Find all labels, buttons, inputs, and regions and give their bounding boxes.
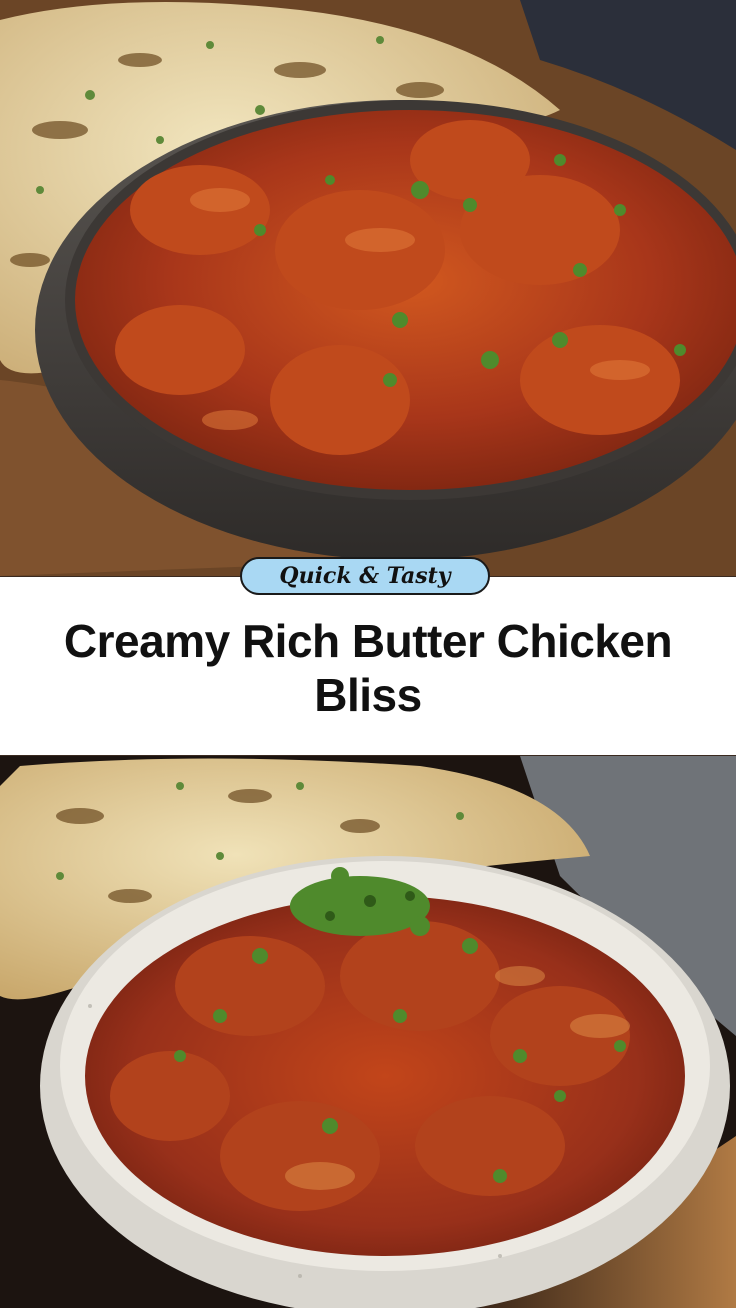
bottom-food-photo	[0, 756, 736, 1308]
top-food-photo	[0, 0, 736, 576]
recipe-title[interactable]: Creamy Rich Butter Chicken Bliss	[30, 614, 706, 722]
recipe-pin: Quick & Tasty Creamy Rich Butter Chicken…	[0, 0, 736, 1308]
badge-label: Quick & Tasty	[279, 563, 451, 589]
quick-tasty-badge: Quick & Tasty	[240, 557, 490, 595]
